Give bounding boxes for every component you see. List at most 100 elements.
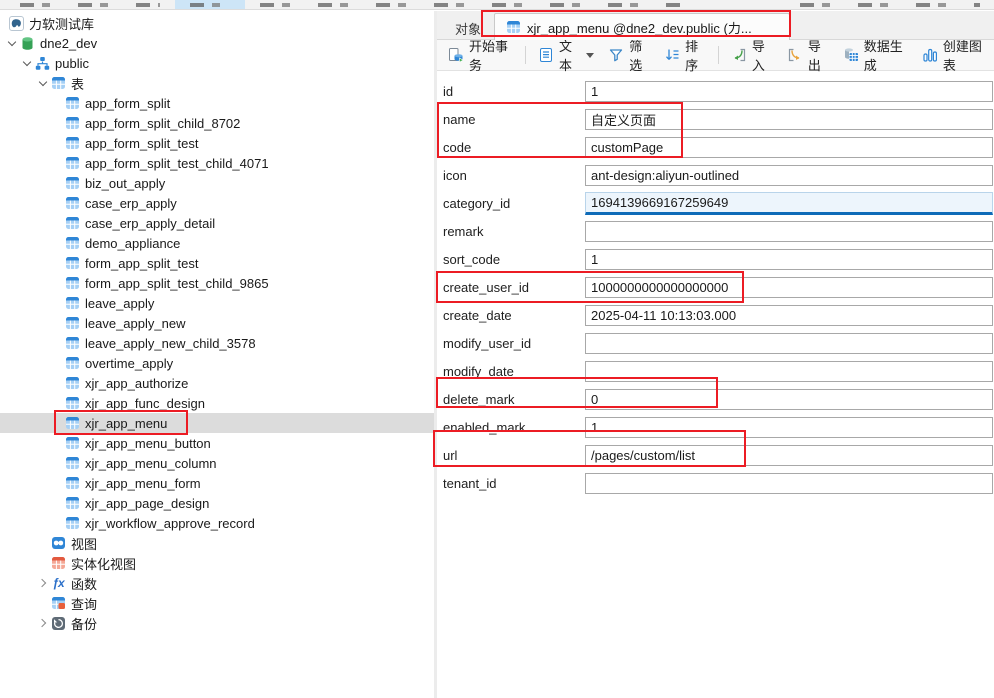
tree-item-xjr_app_authorize[interactable]: xjr_app_authorize xyxy=(0,373,434,393)
tree-item-public[interactable]: public xyxy=(0,53,434,73)
tree-item-xjr_app_menu[interactable]: xjr_app_menu xyxy=(0,413,434,433)
tree-item-xjr_workflow_approve_record[interactable]: xjr_workflow_approve_record xyxy=(0,513,434,533)
tree-item-form_app_split_test_child_9865[interactable]: form_app_split_test_child_9865 xyxy=(0,273,434,293)
table-icon xyxy=(64,156,80,171)
field-label-remark: remark xyxy=(437,224,585,239)
field-input-create_user_id[interactable]: 1000000000000000000 xyxy=(585,277,993,298)
toolbar-button-开始事务[interactable]: 开始事务 xyxy=(441,43,520,68)
field-input-create_date[interactable]: 2025-04-11 10:13:03.000 xyxy=(585,305,993,326)
tree-item-函数[interactable]: ƒx 函数 xyxy=(0,573,434,593)
tree-item-app_form_split_test[interactable]: app_form_split_test xyxy=(0,133,434,153)
schema-icon xyxy=(34,56,50,71)
dropdown-caret-icon[interactable] xyxy=(586,53,594,58)
field-label-sort_code: sort_code xyxy=(437,252,585,267)
table-icon xyxy=(64,476,80,491)
postgres-icon xyxy=(8,16,24,31)
expand-chevron-icon[interactable] xyxy=(20,61,34,65)
tab-xjr-app-menu-label: xjr_app_menu @dne2_dev.public (力... xyxy=(527,18,752,37)
create-chart-icon xyxy=(922,47,938,63)
table-icon xyxy=(64,216,80,231)
tree-item-app_form_split_test_child_4071[interactable]: app_form_split_test_child_4071 xyxy=(0,153,434,173)
toolbar-button-创建图表[interactable]: 创建图表 xyxy=(915,43,994,68)
field-row-create_date: create_date 2025-04-11 10:13:03.000 xyxy=(437,301,994,329)
tab-objects[interactable]: 对象 xyxy=(445,17,491,40)
tree-item-查询[interactable]: 查询 xyxy=(0,593,434,613)
field-label-enabled_mark: enabled_mark xyxy=(437,420,585,435)
tree-item-xjr_app_menu_button[interactable]: xjr_app_menu_button xyxy=(0,433,434,453)
table-icon xyxy=(64,516,80,531)
expand-chevron-icon[interactable] xyxy=(36,81,50,85)
tree-item-app_form_split[interactable]: app_form_split xyxy=(0,93,434,113)
field-input-modify_date[interactable] xyxy=(585,361,993,382)
field-label-delete_mark: delete_mark xyxy=(437,392,585,407)
tree-item-leave_apply_new[interactable]: leave_apply_new xyxy=(0,313,434,333)
tree-item-dne2_dev[interactable]: dne2_dev xyxy=(0,33,434,53)
field-input-enabled_mark[interactable]: 1 xyxy=(585,417,993,438)
tree-item-case_erp_apply[interactable]: case_erp_apply xyxy=(0,193,434,213)
field-input-delete_mark[interactable]: 0 xyxy=(585,389,993,410)
toolbar-button-文本[interactable]: 文本 xyxy=(531,43,601,68)
tree-item-视图[interactable]: 视图 xyxy=(0,533,434,553)
field-label-icon: icon xyxy=(437,168,585,183)
tree-item-biz_out_apply[interactable]: biz_out_apply xyxy=(0,173,434,193)
field-input-id[interactable]: 1 xyxy=(585,81,993,102)
field-input-icon[interactable]: ant-design:aliyun-outlined xyxy=(585,165,993,186)
tab-xjr-app-menu[interactable]: xjr_app_menu @dne2_dev.public (力... xyxy=(494,13,790,40)
table-icon xyxy=(64,316,80,331)
export-icon xyxy=(787,47,803,63)
tree-item-备份[interactable]: 备份 xyxy=(0,613,434,633)
tab-objects-label: 对象 xyxy=(455,19,481,38)
toolbar-cutoff-text xyxy=(190,3,230,7)
field-input-sort_code[interactable]: 1 xyxy=(585,249,993,270)
toolbar-separator xyxy=(718,46,719,64)
table-icon xyxy=(64,376,80,391)
table-icon xyxy=(64,136,80,151)
tree-item-case_erp_apply_detail[interactable]: case_erp_apply_detail xyxy=(0,213,434,233)
field-input-remark[interactable] xyxy=(585,221,993,242)
tree-item-leave_apply[interactable]: leave_apply xyxy=(0,293,434,313)
toolbar-button-导入[interactable]: 导入 xyxy=(724,43,780,68)
tree-item-app_form_split_child_8702[interactable]: app_form_split_child_8702 xyxy=(0,113,434,133)
expand-chevron-icon[interactable] xyxy=(5,41,19,45)
field-input-code[interactable]: customPage xyxy=(585,137,993,158)
expand-chevron-icon[interactable] xyxy=(36,620,50,626)
field-row-id: id 1 xyxy=(437,77,994,105)
field-input-modify_user_id[interactable] xyxy=(585,333,993,354)
field-label-url: url xyxy=(437,448,585,463)
field-label-create_date: create_date xyxy=(437,308,585,323)
toolbar-button-数据生成[interactable]: 数据生成 xyxy=(836,43,915,68)
field-input-tenant_id[interactable] xyxy=(585,473,993,494)
table-icon xyxy=(64,256,80,271)
tree-item-demo_appliance[interactable]: demo_appliance xyxy=(0,233,434,253)
tree-item-leave_apply_new_child_3578[interactable]: leave_apply_new_child_3578 xyxy=(0,333,434,353)
tree-item-overtime_apply[interactable]: overtime_apply xyxy=(0,353,434,373)
field-label-tenant_id: tenant_id xyxy=(437,476,585,491)
table-icon xyxy=(64,456,80,471)
toolbar-button-排序[interactable]: 排序 xyxy=(657,43,713,68)
toolbar-cutoff-text xyxy=(800,3,980,7)
toolbar-button-导出[interactable]: 导出 xyxy=(780,43,836,68)
field-label-category_id: category_id xyxy=(437,196,585,211)
table-icon xyxy=(64,276,80,291)
tree-item-xjr_app_menu_form[interactable]: xjr_app_menu_form xyxy=(0,473,434,493)
field-input-url[interactable]: /pages/custom/list xyxy=(585,445,993,466)
tree-item-form_app_split_test[interactable]: form_app_split_test xyxy=(0,253,434,273)
tree-item-xjr_app_page_design[interactable]: xjr_app_page_design xyxy=(0,493,434,513)
tree-item-实体化视图[interactable]: 实体化视图 xyxy=(0,553,434,573)
tree-item-表[interactable]: 表 xyxy=(0,73,434,93)
materialized-view-icon xyxy=(50,556,66,571)
table-icon xyxy=(64,116,80,131)
table-icon xyxy=(64,96,80,111)
table-icon xyxy=(64,416,80,431)
toolbar-button-筛选[interactable]: 筛选 xyxy=(601,43,657,68)
field-input-category_id[interactable]: 1694139669167259649 xyxy=(585,192,993,215)
tree-item-xjr_app_menu_column[interactable]: xjr_app_menu_column xyxy=(0,453,434,473)
main-toolbar-cutoff xyxy=(0,0,994,10)
field-label-name: name xyxy=(437,112,585,127)
field-input-name[interactable]: 自定义页面 xyxy=(585,109,993,130)
tree-item-力软测试库[interactable]: 力软测试库 xyxy=(0,13,434,33)
tree-item-xjr_app_func_design[interactable]: xjr_app_func_design xyxy=(0,393,434,413)
expand-chevron-icon[interactable] xyxy=(36,580,50,586)
field-row-code: code customPage xyxy=(437,133,994,161)
table-icon xyxy=(64,336,80,351)
